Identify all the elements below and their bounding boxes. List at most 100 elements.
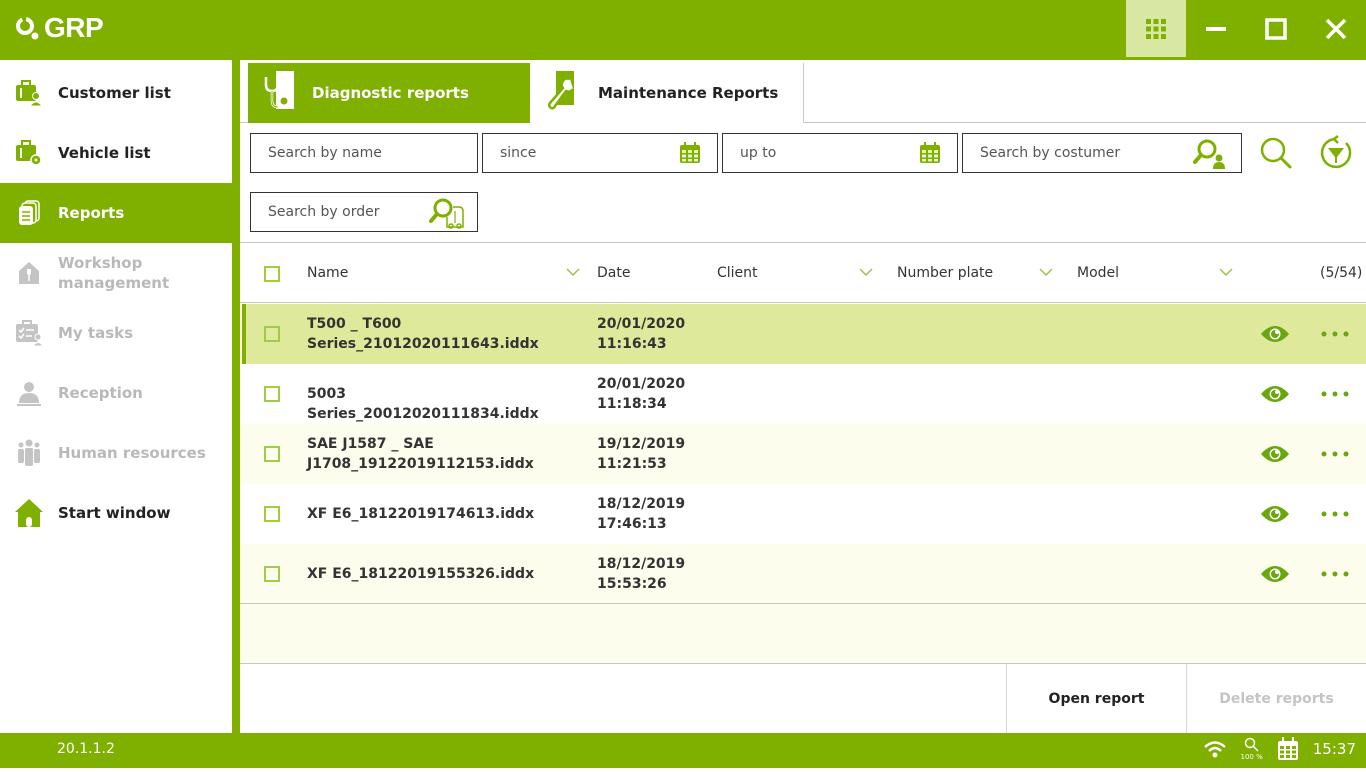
report-name: T500 _ T600 Series_21012020111643.iddx — [307, 316, 539, 352]
search-by-name-input[interactable] — [251, 134, 477, 172]
apps-button[interactable] — [1126, 0, 1186, 57]
more-options-icon[interactable] — [1320, 450, 1350, 458]
sidebar-item-reports[interactable]: Reports — [0, 183, 232, 243]
more-options-icon[interactable] — [1320, 510, 1350, 518]
filter-refresh-icon — [1320, 135, 1352, 169]
row-checkbox[interactable] — [264, 386, 280, 402]
sidebar-item-label: Vehicle list — [58, 144, 151, 162]
open-report-button[interactable]: Open report — [1006, 664, 1186, 734]
report-date: 18/12/2019 17:46:13 — [597, 496, 686, 532]
sidebar-item-label: Reception — [58, 384, 143, 402]
chevron-down-icon[interactable] — [1039, 267, 1053, 277]
sidebar-item-vehicle-list[interactable]: Vehicle list — [0, 123, 232, 183]
search-button[interactable] — [1256, 133, 1296, 173]
more-options-icon[interactable] — [1320, 570, 1350, 578]
tab-diagnostic-reports[interactable]: Diagnostic reports — [248, 63, 530, 123]
minimize-button[interactable] — [1186, 0, 1246, 57]
table-row[interactable]: XF E6_18122019155326.iddx 18/12/2019 15:… — [240, 544, 1366, 604]
chevron-down-icon[interactable] — [859, 267, 873, 277]
home-icon — [0, 498, 58, 528]
sidebar-item-label: My tasks — [58, 324, 134, 342]
app-logo: GRP — [14, 12, 104, 44]
table-row[interactable]: XF E6_18122019174613.iddx 18/12/2019 17:… — [240, 484, 1366, 544]
sidebar: Customer list Vehicle list Reports Works… — [0, 60, 232, 766]
column-header-number-plate[interactable]: Number plate — [897, 265, 993, 281]
tab-label: Maintenance Reports — [598, 84, 779, 102]
sidebar-item-workshop-management[interactable]: Workshop management — [0, 243, 232, 303]
eye-icon[interactable] — [1260, 564, 1290, 584]
chevron-down-icon[interactable] — [566, 267, 580, 277]
clock: 15:37 — [1312, 740, 1356, 758]
table-row[interactable]: T500 _ T600 Series_21012020111643.iddx 2… — [242, 304, 1366, 364]
search-icon — [1260, 137, 1292, 169]
report-name: 5003 Series_20012020111834.iddx — [307, 386, 539, 422]
column-header-client[interactable]: Client — [717, 265, 758, 281]
grid-icon — [1146, 18, 1166, 39]
sidebar-item-reception[interactable]: Reception — [0, 363, 232, 423]
search-by-name-field[interactable] — [250, 133, 478, 173]
more-options-icon[interactable] — [1320, 330, 1350, 338]
app-title: GRP — [44, 12, 104, 43]
calendar-icon[interactable] — [1277, 737, 1299, 761]
people-icon — [0, 438, 58, 468]
title-bar: GRP — [0, 0, 1366, 60]
system-tray: 100 % 15:37 — [1203, 737, 1356, 761]
column-header-model[interactable]: Model — [1077, 265, 1119, 281]
column-header-name[interactable]: Name — [307, 265, 348, 281]
briefcase-user-icon — [0, 79, 58, 107]
wrench-icon — [544, 71, 576, 115]
select-all-checkbox[interactable] — [264, 266, 280, 282]
close-icon — [1325, 18, 1347, 39]
tab-maintenance-reports[interactable]: Maintenance Reports — [530, 63, 804, 123]
grp-logo-icon — [16, 17, 39, 40]
reset-filter-button[interactable] — [1316, 133, 1356, 173]
calendar-icon[interactable] — [919, 142, 941, 168]
close-button[interactable] — [1306, 0, 1366, 57]
since-date-field[interactable] — [482, 133, 718, 173]
row-checkbox[interactable] — [264, 506, 280, 522]
sidebar-item-start-window[interactable]: Start window — [0, 483, 232, 543]
more-options-icon[interactable] — [1320, 390, 1350, 398]
documents-icon — [0, 199, 58, 227]
table-header: Name Date Client Number plate Model (5/5… — [240, 243, 1366, 303]
report-name: XF E6_18122019155326.iddx — [307, 566, 535, 582]
reports-table: Name Date Client Number plate Model (5/5… — [240, 243, 1366, 663]
column-header-date[interactable]: Date — [597, 265, 630, 281]
eye-icon[interactable] — [1260, 324, 1290, 344]
report-name: XF E6_18122019174613.iddx — [307, 506, 535, 522]
sidebar-item-label: Workshop management — [58, 254, 170, 292]
row-checkbox[interactable] — [264, 566, 280, 582]
sidebar-item-customer-list[interactable]: Customer list — [0, 63, 232, 123]
chevron-down-icon[interactable] — [1219, 267, 1233, 277]
sidebar-divider — [232, 60, 240, 733]
table-divider — [240, 603, 1366, 604]
filter-panel — [240, 123, 1366, 243]
eye-icon[interactable] — [1260, 384, 1290, 404]
table-row[interactable]: SAE J1587 _ SAE J1708_19122019112153.idd… — [240, 424, 1366, 484]
wifi-icon[interactable] — [1203, 739, 1227, 759]
eye-icon[interactable] — [1260, 504, 1290, 524]
sidebar-item-my-tasks[interactable]: My tasks — [0, 303, 232, 363]
up-to-date-field[interactable] — [722, 133, 958, 173]
maximize-button[interactable] — [1246, 0, 1306, 57]
row-checkbox[interactable] — [264, 446, 280, 462]
zoom-indicator[interactable]: 100 % — [1241, 737, 1263, 761]
zoom-level: 100 % — [1240, 753, 1263, 761]
calendar-icon[interactable] — [679, 142, 701, 168]
search-order-icon[interactable] — [429, 197, 465, 233]
tasks-icon — [0, 319, 58, 347]
table-row[interactable]: 5003 Series_20012020111834.iddx 20/01/20… — [240, 364, 1366, 424]
report-name: SAE J1587 _ SAE J1708_19122019112153.idd… — [307, 436, 534, 472]
search-by-order-field[interactable] — [250, 192, 478, 232]
row-checkbox[interactable] — [264, 326, 280, 342]
stethoscope-icon — [262, 71, 296, 115]
version-label: 20.1.1.2 — [57, 741, 115, 757]
action-bar: Open report Delete reports — [240, 663, 1366, 734]
eye-icon[interactable] — [1260, 444, 1290, 464]
sidebar-item-human-resources[interactable]: Human resources — [0, 423, 232, 483]
search-customer-icon[interactable] — [1193, 138, 1227, 174]
report-date: 19/12/2019 11:21:53 — [597, 436, 686, 472]
delete-reports-button[interactable]: Delete reports — [1186, 664, 1366, 734]
search-by-customer-field[interactable] — [962, 133, 1242, 173]
maximize-icon — [1265, 17, 1287, 40]
